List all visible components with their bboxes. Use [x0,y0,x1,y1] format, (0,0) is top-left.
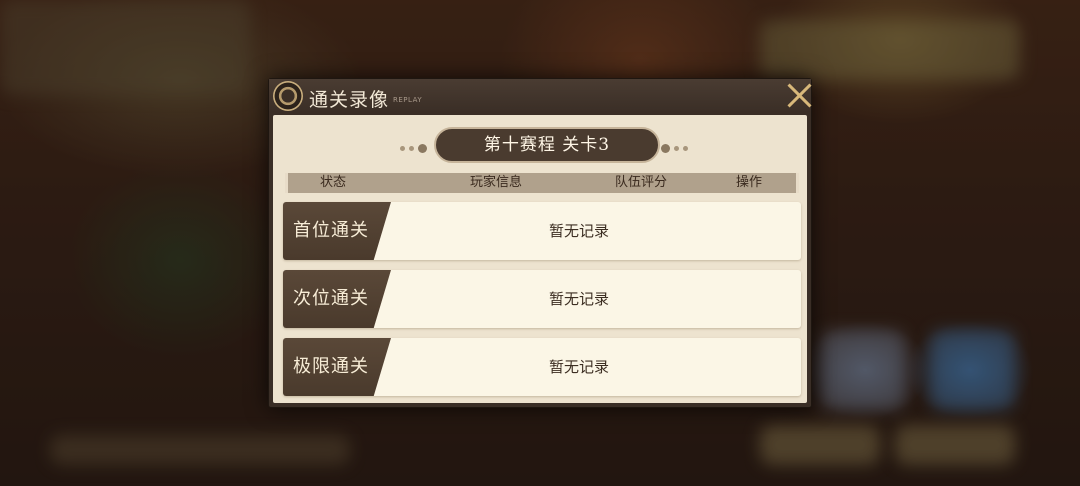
emblem-icon [273,81,303,111]
banner-ornament-left [398,138,429,153]
record-row-second-clear: 次位通关 暂无记录 [283,270,801,328]
record-row-limit-clear: 极限通关 暂无记录 [283,338,801,396]
record-row-first-clear: 首位通关 暂无记录 [283,202,801,260]
banner-ornament-right [659,138,690,153]
status-label: 次位通关 [293,288,369,309]
stage-banner: 第十赛程 关卡3 [434,127,660,163]
replay-dialog: 通关录像 REPLAY 第十赛程 关卡3 状态 玩家信息 队伍评分 操作 首位通… [268,78,812,408]
column-header-player-info: 玩家信息 [470,175,523,190]
close-icon[interactable] [785,81,813,109]
empty-record-text: 暂无记录 [549,290,610,308]
dialog-title-bar: 通关录像 REPLAY [269,79,811,113]
empty-record-text: 暂无记录 [549,222,610,240]
table-header: 状态 玩家信息 队伍评分 操作 [285,173,799,193]
status-label: 极限通关 [293,356,369,377]
empty-record-text: 暂无记录 [549,358,610,376]
column-header-team-score: 队伍评分 [615,175,668,190]
dialog-title: 通关录像 [309,89,390,111]
dialog-subtitle: REPLAY [393,96,423,104]
column-header-status: 状态 [320,175,347,190]
status-label: 首位通关 [293,220,369,241]
replay-panel: 第十赛程 关卡3 状态 玩家信息 队伍评分 操作 首位通关 暂无记录 次位通关 … [273,115,807,403]
column-header-action: 操作 [736,175,763,190]
